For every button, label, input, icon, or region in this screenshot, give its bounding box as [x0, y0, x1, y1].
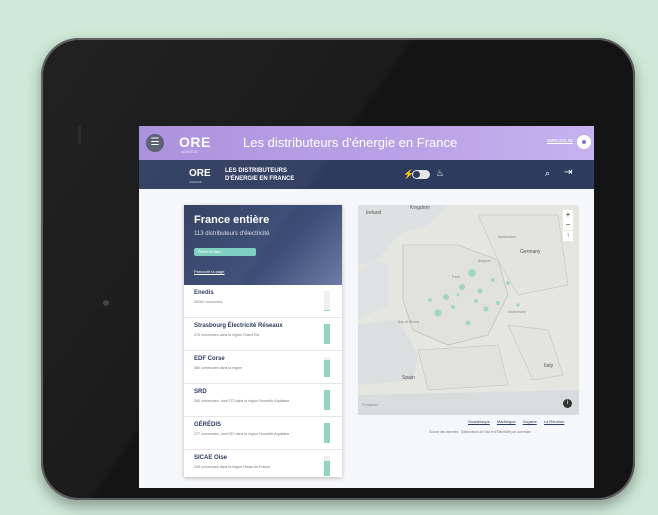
brand-logo[interactable]: ORE — [179, 134, 211, 150]
camera-icon — [103, 300, 109, 306]
info-icon[interactable]: i — [563, 399, 572, 408]
item-bar — [324, 324, 330, 344]
item-fill — [324, 461, 330, 476]
map-label-switzerland: Switzerland — [508, 310, 527, 314]
nav-logo[interactable]: ORE — [189, 168, 211, 179]
item-desc: 360 communes dans la région — [194, 366, 243, 370]
item-name: Enedis — [194, 290, 214, 296]
map-label-italy: Italy — [544, 363, 554, 369]
list-item[interactable]: SRD 280 communes, dont 272 dans la régio… — [184, 384, 342, 417]
item-bar — [324, 456, 330, 476]
item-fill — [324, 324, 330, 344]
list-item[interactable]: GÉRÉDIS 277 communes, dont 267 dans la r… — [184, 417, 342, 450]
item-name: SRD — [194, 389, 207, 395]
item-desc: 277 communes, dont 267 dans la région No… — [194, 432, 290, 436]
link-reunion[interactable]: La Réunion — [544, 419, 564, 424]
filter-button[interactable]: Filtrer la liste — [194, 248, 256, 256]
item-desc: 375 communes dans la région Grand Est — [194, 333, 260, 337]
list-item[interactable]: EDF Corse 360 communes dans la région — [184, 351, 342, 384]
nav-title-line2: D'ÉNERGIE EN FRANCE — [225, 176, 295, 182]
map-canvas — [358, 205, 579, 415]
nav-logo-sub: AGENCE — [189, 180, 202, 184]
item-fill — [324, 360, 330, 377]
item-fill — [324, 423, 330, 443]
energy-toggle[interactable] — [412, 170, 430, 179]
map-label-kingdom: Kingdom — [410, 205, 430, 211]
item-fill — [324, 390, 330, 410]
top-bar: ☰ ORE AGENCE Les distributeurs d'énergie… — [139, 126, 594, 160]
main-content: France entière 113 distributeurs d'élect… — [139, 189, 594, 488]
user-icon[interactable] — [577, 135, 591, 149]
browse-link[interactable]: Parcourir la page — [194, 269, 224, 274]
map-label-ireland: Ireland — [366, 210, 382, 216]
map-label-spain: Spain — [402, 375, 415, 381]
link-martinique[interactable]: Martinique — [497, 419, 516, 424]
app-screen: ☰ ORE AGENCE Les distributeurs d'énergie… — [139, 126, 594, 488]
map-label-paris: Paris — [452, 275, 460, 279]
nav-title-line1: LES DISTRIBUTEURS — [225, 168, 288, 174]
tablet-side-key — [78, 126, 81, 144]
tablet-frame: ☰ ORE AGENCE Les distributeurs d'énergie… — [41, 38, 635, 500]
distributor-panel: France entière 113 distributeurs d'élect… — [184, 205, 342, 477]
login-icon[interactable]: ⇥ — [564, 167, 572, 178]
item-name: GÉRÉDIS — [194, 422, 222, 428]
page-title: Les distributeurs d'énergie en France — [243, 135, 458, 150]
panel-title: France entière — [194, 214, 270, 226]
mapbox-logo[interactable]: © mapbox — [362, 403, 378, 407]
item-fill — [324, 310, 330, 311]
link-guadeloupe[interactable]: Guadeloupe — [468, 419, 490, 424]
menu-icon[interactable]: ☰ — [146, 134, 164, 152]
list-item[interactable]: Strasbourg Électricité Réseaux 375 commu… — [184, 318, 342, 351]
zoom-out-button[interactable]: − — [563, 220, 573, 230]
compass-icon[interactable]: ↑ — [563, 231, 573, 241]
data-source: Source des données : Distributeurs de Ga… — [429, 430, 531, 434]
map-label-belgium: Belgium — [478, 259, 491, 263]
item-bar — [324, 423, 330, 443]
top-link[interactable]: www.xxx.xx — [547, 138, 573, 144]
list-item[interactable]: SICAE Oise 245 communes dans la région H… — [184, 450, 342, 477]
map-label-amsterdam: Amsterdam — [498, 235, 516, 239]
item-desc: 280 communes, dont 272 dans la région No… — [194, 399, 290, 403]
zoom-in-button[interactable]: + — [563, 210, 573, 220]
item-name: Strasbourg Électricité Réseaux — [194, 323, 283, 329]
item-bar — [324, 357, 330, 377]
brand-logo-sub: AGENCE — [181, 149, 198, 154]
distributor-list: Enedis 35260 communes Strasbourg Électri… — [184, 285, 342, 477]
search-icon[interactable]: ⌕ — [545, 168, 550, 179]
list-item[interactable]: Enedis 35260 communes — [184, 285, 342, 318]
map[interactable]: Ireland Kingdom Germany Belgium Amsterda… — [358, 205, 579, 415]
gas-flame-icon[interactable]: ♨ — [436, 168, 444, 179]
overseas-links: Guadeloupe Martinique Guyane La Réunion — [462, 419, 564, 424]
item-bar — [324, 291, 330, 311]
nav-title: LES DISTRIBUTEURS D'ÉNERGIE EN FRANCE — [225, 167, 294, 183]
nav-bar: ORE AGENCE LES DISTRIBUTEURS D'ÉNERGIE E… — [139, 160, 594, 189]
panel-subtitle: 113 distributeurs d'électricité — [194, 231, 270, 237]
item-name: EDF Corse — [194, 356, 225, 362]
item-bar — [324, 390, 330, 410]
map-label-bay: Bay of Biscay — [398, 320, 420, 324]
map-label-germany: Germany — [520, 249, 541, 255]
link-guyane[interactable]: Guyane — [523, 419, 537, 424]
panel-header: France entière 113 distributeurs d'élect… — [184, 205, 342, 285]
item-desc: 245 communes dans la région Hauts-de-Fra… — [194, 465, 271, 469]
item-desc: 35260 communes — [194, 300, 223, 304]
item-name: SICAE Oise — [194, 455, 228, 461]
